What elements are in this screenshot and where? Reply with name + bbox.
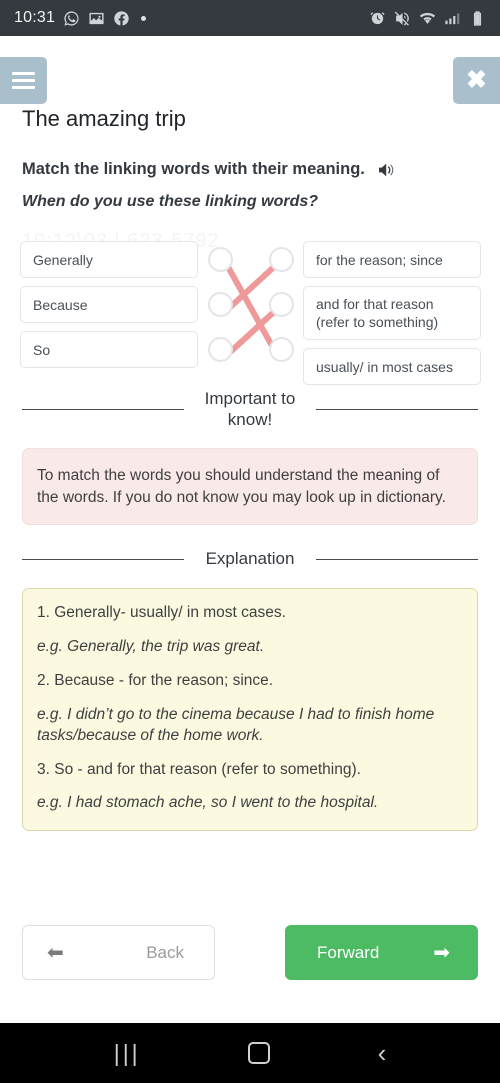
phone-screen: 10:31 ✖ The amazing trip Match the linki… — [0, 0, 500, 1083]
home-icon[interactable] — [248, 1042, 271, 1064]
dot-indicator — [141, 15, 147, 21]
facebook-icon — [113, 10, 130, 27]
back-button[interactable]: ⬅ Back — [22, 925, 215, 980]
arrow-right-icon: ➡ — [433, 942, 450, 964]
match-dot-left-1[interactable] — [208, 292, 233, 317]
whatsapp-icon — [63, 10, 80, 27]
back-icon[interactable]: ‹ — [378, 1040, 387, 1066]
match-dot-right-2[interactable] — [269, 337, 294, 362]
forward-button-label: Forward — [317, 942, 380, 962]
explanation-divider: Explanation — [22, 549, 478, 570]
android-nav-bar: ||| ‹ — [0, 1023, 500, 1083]
explanation-line-2: 2. Because - for the reason; since. — [37, 671, 274, 689]
speaker-icon[interactable] — [377, 162, 397, 178]
match-right-option-2[interactable]: usually/ in most cases — [303, 348, 481, 385]
explanation-box: 1. Generally- usually/ in most cases. e.… — [22, 587, 478, 832]
status-time: 10:31 — [14, 9, 56, 26]
explanation-line-4: 3. So - and for that reason (refer to so… — [37, 760, 361, 778]
divider-line-left — [22, 409, 184, 411]
arrow-left-icon: ⬅ — [47, 942, 64, 964]
divider-line-right — [316, 409, 478, 411]
match-left-option-2[interactable]: So — [20, 331, 198, 368]
status-bar-left: 10:31 — [14, 9, 147, 27]
signal-icon — [444, 10, 461, 27]
status-bar-right — [369, 10, 486, 27]
match-dot-right-1[interactable] — [269, 292, 294, 317]
divider-line-right — [316, 559, 478, 561]
battery-icon — [469, 10, 486, 27]
match-dot-right-0[interactable] — [269, 247, 294, 272]
match-right-option-1[interactable]: and for that reason (refer to something) — [303, 286, 481, 340]
important-divider: Important to know! — [22, 389, 478, 430]
recents-icon[interactable]: ||| — [114, 1041, 141, 1065]
match-left-option-1[interactable]: Because — [20, 286, 198, 323]
task-prompt: Match the linking words with their meani… — [22, 160, 365, 178]
forward-button[interactable]: Forward ➡ — [285, 925, 478, 980]
close-button[interactable]: ✖ — [453, 57, 500, 104]
main-content: Match the linking words with their meani… — [0, 160, 500, 832]
back-button-label: Back — [146, 942, 184, 962]
match-dot-left-0[interactable] — [208, 247, 233, 272]
match-left-option-0[interactable]: Generally — [20, 241, 198, 278]
important-heading: Important to know! — [204, 389, 296, 429]
hamburger-icon — [12, 68, 35, 93]
explanation-line-3: e.g. I didn’t go to the cinema because I… — [37, 705, 435, 744]
match-dot-left-2[interactable] — [208, 337, 233, 362]
divider-line-left — [22, 559, 184, 561]
status-bar: 10:31 — [0, 0, 500, 36]
matching-exercise: Generally Because So for the reason; sin… — [0, 241, 500, 385]
important-box: To match the words you should understand… — [22, 448, 478, 526]
task-prompt-row: Match the linking words with their meani… — [22, 160, 478, 179]
footer-buttons: ⬅ Back Forward ➡ — [0, 925, 500, 980]
match-right-option-0[interactable]: for the reason; since — [303, 241, 481, 278]
menu-button[interactable] — [0, 57, 47, 104]
matching-left-column: Generally Because So — [20, 241, 198, 376]
alarm-icon — [369, 10, 386, 27]
gallery-icon — [88, 10, 105, 27]
explanation-line-5: e.g. I had stomach ache, so I went to th… — [37, 794, 379, 812]
matching-connector-area — [206, 241, 296, 371]
app-top-bar: ✖ — [0, 36, 500, 108]
matching-right-column: for the reason; since and for that reaso… — [303, 241, 481, 393]
task-subprompt: When do you use these linking words? — [22, 193, 319, 210]
page-title: The amazing trip — [22, 106, 186, 131]
explanation-heading: Explanation — [205, 549, 295, 569]
explanation-line-1: e.g. Generally, the trip was great. — [37, 637, 265, 655]
wifi-icon — [419, 10, 436, 27]
mute-icon — [394, 10, 411, 27]
explanation-line-0: 1. Generally- usually/ in most cases. — [37, 603, 286, 621]
close-icon: ✖ — [466, 66, 487, 94]
